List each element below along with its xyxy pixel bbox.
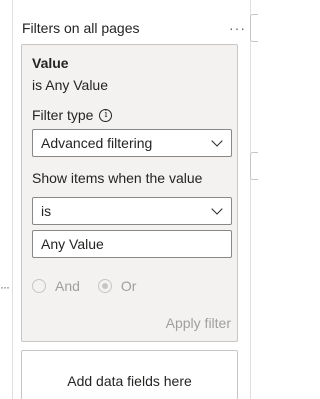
- and-radio[interactable]: [32, 279, 46, 293]
- more-options-icon[interactable]: ···: [229, 20, 246, 36]
- logic-radio-group: And Or: [32, 278, 154, 294]
- pane-tab-top[interactable]: [250, 14, 258, 42]
- condition-operator-value: is: [41, 203, 52, 219]
- filter-type-value: Advanced filtering: [41, 135, 153, 151]
- filter-card: Value is Any Value Filter type i Advance…: [21, 44, 238, 342]
- filter-type-label-row: Filter type i: [32, 107, 113, 123]
- add-data-fields-dropzone[interactable]: Add data fields here: [21, 350, 238, 399]
- show-items-label: Show items when the value: [32, 170, 203, 186]
- or-radio-selected-dot: [101, 283, 108, 289]
- drag-handle-icon[interactable]: ···: [0, 280, 10, 294]
- filter-type-label: Filter type: [32, 107, 94, 123]
- section-header: Filters on all pages ···: [22, 18, 246, 38]
- info-icon[interactable]: i: [99, 108, 113, 122]
- condition-value-input[interactable]: [32, 230, 232, 258]
- and-radio-label: And: [55, 278, 80, 294]
- filter-type-dropdown[interactable]: Advanced filtering: [32, 129, 232, 157]
- add-data-fields-label: Add data fields here: [67, 373, 192, 389]
- condition-operator-dropdown[interactable]: is: [32, 197, 232, 225]
- pane-left-border: [12, 0, 13, 399]
- chevron-down-icon: [211, 203, 223, 215]
- section-title: Filters on all pages: [22, 20, 140, 36]
- pane-tab-middle[interactable]: [250, 152, 258, 180]
- filter-field-name[interactable]: Value: [32, 55, 69, 71]
- pane-right-border: [250, 0, 251, 399]
- or-radio-label: Or: [120, 278, 137, 294]
- apply-filter-button[interactable]: Apply filter: [166, 315, 231, 331]
- filter-summary: is Any Value: [32, 77, 109, 93]
- or-radio[interactable]: [97, 279, 112, 293]
- chevron-down-icon: [211, 135, 223, 147]
